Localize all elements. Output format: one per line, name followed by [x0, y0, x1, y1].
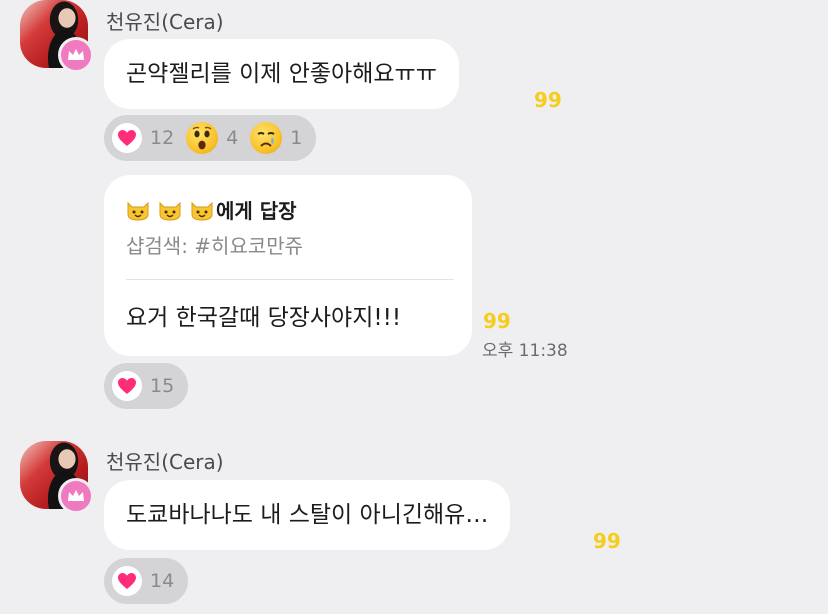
reaction-bar[interactable]: 12 4 1: [104, 115, 317, 161]
message-bubble[interactable]: 곤약젤리를 이제 안좋아해요ㅠㅠ: [104, 39, 459, 109]
reaction-count: 1: [290, 127, 303, 149]
message-bubble[interactable]: 도쿄바나나도 내 스탈이 아니긴해유…: [104, 480, 511, 550]
sad-emoji-icon[interactable]: [250, 122, 283, 154]
heart-icon[interactable]: [112, 371, 142, 401]
crown-badge-icon: [58, 37, 94, 73]
message-text: 곤약젤리를 이제 안좋아해요ㅠㅠ: [126, 61, 437, 87]
reply-message-bubble[interactable]: 에게 답장 샵검색: #히요코만쥬 요거 한국갈때 당장사야지!!!: [104, 175, 472, 356]
unread-count: 99: [593, 529, 621, 553]
unread-count: 99: [534, 88, 562, 112]
cat-emoji-icon: [158, 199, 182, 221]
cat-emoji-icon: [126, 199, 150, 221]
divider: [126, 279, 454, 280]
reaction-bar[interactable]: 14: [104, 558, 189, 604]
reply-header: 에게 답장: [126, 195, 452, 224]
reply-to-label: 에게 답장: [216, 199, 297, 223]
reaction-count: 15: [150, 375, 175, 397]
reaction-count: 4: [226, 127, 239, 149]
heart-icon[interactable]: [112, 123, 142, 153]
sender-name: 천유진(Cera): [106, 10, 224, 34]
message-time: 오후 11:38: [482, 341, 568, 361]
message-text: 도쿄바나나도 내 스탈이 아니긴해유…: [126, 502, 489, 528]
sender-name: 천유진(Cera): [106, 450, 224, 474]
crown-badge-icon: [58, 478, 94, 514]
reply-quote: 샵검색: #히요코만쥬: [126, 234, 304, 258]
reaction-count: 12: [150, 127, 175, 149]
reaction-count: 14: [150, 570, 175, 592]
message-text: 요거 한국갈때 당장사야지!!!: [126, 305, 402, 331]
heart-icon[interactable]: [112, 566, 142, 596]
surprised-emoji-icon[interactable]: [186, 122, 219, 154]
unread-count: 99: [483, 309, 511, 333]
reaction-bar[interactable]: 15: [104, 363, 189, 409]
cat-emoji-icon: [190, 199, 214, 221]
